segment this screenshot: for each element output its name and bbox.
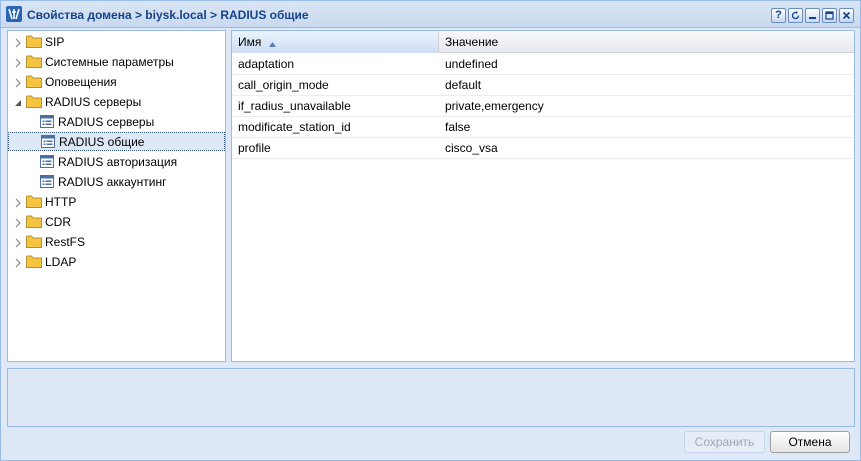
property-value-cell[interactable]: cisco_vsa: [439, 138, 854, 158]
column-name-label: Имя: [238, 35, 262, 49]
settings-tree: SIP Системные параметры Оповещения RADIUS с…: [7, 30, 226, 362]
property-value-cell[interactable]: default: [439, 75, 854, 95]
tree-folder[interactable]: SIP: [8, 32, 225, 51]
collapsed-arrow-icon[interactable]: [13, 237, 23, 247]
property-name-cell: if_radius_unavailable: [238, 99, 351, 113]
tree-folder[interactable]: CDR: [8, 212, 225, 231]
help-icon[interactable]: ?: [771, 8, 786, 23]
folder-icon: [26, 235, 42, 248]
grid-row[interactable]: adaptation undefined: [232, 54, 854, 75]
tree-item-label: LDAP: [45, 254, 77, 269]
tree-folder[interactable]: LDAP: [8, 252, 225, 271]
grid-row[interactable]: profile cisco_vsa: [232, 138, 854, 159]
settings-page-icon: [40, 115, 54, 128]
folder-icon: [26, 215, 42, 228]
grid-header: Имя Значение: [232, 31, 854, 53]
window-titlebar[interactable]: Свойства домена > biysk.local > RADIUS о…: [1, 1, 860, 28]
column-header-name[interactable]: Имя: [232, 31, 439, 53]
tree-folder[interactable]: Оповещения: [8, 72, 225, 91]
sort-ascending-icon: [268, 32, 276, 54]
tree-item-label: Системные параметры: [45, 54, 174, 69]
folder-icon: [26, 75, 42, 88]
settings-page-icon: [41, 135, 55, 148]
collapsed-arrow-icon[interactable]: [13, 197, 23, 207]
tree-folder[interactable]: RADIUS серверы: [8, 92, 225, 111]
property-name-cell: profile: [238, 141, 271, 155]
collapsed-arrow-icon[interactable]: [13, 257, 23, 267]
property-value-cell[interactable]: private,emergency: [439, 96, 854, 116]
save-button[interactable]: Сохранить: [684, 431, 765, 453]
folder-icon: [26, 95, 42, 108]
app-icon: [6, 6, 22, 22]
tree-item-label: RADIUS серверы: [58, 114, 155, 129]
tree-folder[interactable]: HTTP: [8, 192, 225, 211]
property-value-cell[interactable]: undefined: [439, 54, 854, 74]
tree-folder[interactable]: RestFS: [8, 232, 225, 251]
tree-folder[interactable]: Системные параметры: [8, 52, 225, 71]
tree-item-label: Оповещения: [45, 74, 117, 89]
collapsed-arrow-icon[interactable]: [13, 217, 23, 227]
folder-icon: [26, 35, 42, 48]
column-header-value[interactable]: Значение: [439, 31, 854, 53]
minimize-icon[interactable]: [805, 8, 820, 23]
tree-leaf[interactable]: RADIUS общие: [8, 132, 225, 151]
settings-page-icon: [40, 155, 54, 168]
window-tools: ?: [771, 8, 854, 23]
close-icon[interactable]: [839, 8, 854, 23]
property-name-cell: call_origin_mode: [238, 78, 329, 92]
property-value-cell[interactable]: false: [439, 117, 854, 137]
collapsed-arrow-icon[interactable]: [13, 77, 23, 87]
grid-row[interactable]: call_origin_mode default: [232, 75, 854, 96]
folder-icon: [26, 255, 42, 268]
property-name-cell: modificate_station_id: [238, 120, 351, 134]
refresh-icon[interactable]: [788, 8, 803, 23]
details-panel: [7, 368, 855, 427]
cancel-button[interactable]: Отмена: [770, 431, 850, 453]
tree-leaf[interactable]: RADIUS аккаунтинг: [8, 172, 225, 191]
domain-properties-window: Свойства домена > biysk.local > RADIUS о…: [0, 0, 861, 461]
property-name-cell: adaptation: [238, 57, 295, 71]
tree-item-label: RADIUS серверы: [45, 94, 142, 109]
collapsed-arrow-icon[interactable]: [13, 37, 23, 47]
tree-item-label: SIP: [45, 34, 65, 49]
tree-item-label: CDR: [45, 214, 71, 229]
tree-item-label: RADIUS общие: [59, 134, 145, 149]
tree-leaf[interactable]: RADIUS авторизация: [8, 152, 225, 171]
collapsed-arrow-icon[interactable]: [13, 57, 23, 67]
window-title: Свойства домена > biysk.local > RADIUS о…: [27, 8, 309, 22]
tree-item-label: RADIUS аккаунтинг: [58, 174, 167, 189]
grid-row[interactable]: modificate_station_id false: [232, 117, 854, 138]
folder-icon: [26, 195, 42, 208]
expanded-arrow-icon[interactable]: [13, 97, 23, 107]
tree-item-label: RADIUS авторизация: [58, 154, 178, 169]
settings-page-icon: [40, 175, 54, 188]
properties-grid: Имя Значение adaptation undefined call_ori…: [231, 30, 855, 362]
grid-row[interactable]: if_radius_unavailable private,emergency: [232, 96, 854, 117]
tree-item-label: RestFS: [45, 234, 86, 249]
tree-leaf[interactable]: RADIUS серверы: [8, 112, 225, 131]
maximize-icon[interactable]: [822, 8, 837, 23]
folder-icon: [26, 55, 42, 68]
tree-item-label: HTTP: [45, 194, 77, 209]
